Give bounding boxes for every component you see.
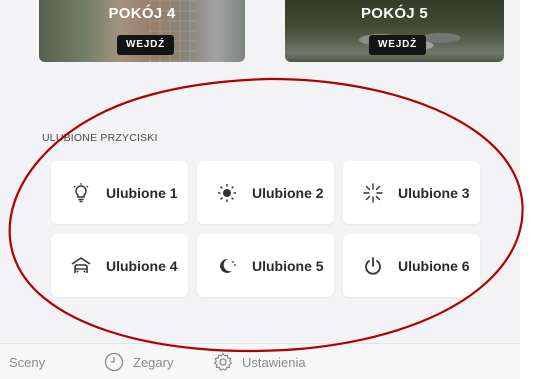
power-icon xyxy=(356,256,390,276)
favorite-label: Ulubione 3 xyxy=(398,184,470,201)
nav-label: Ustawienia xyxy=(242,354,306,370)
moon-icon xyxy=(210,256,244,276)
room-title: POKÓJ 4 xyxy=(108,5,176,22)
favorite-button-1[interactable]: Ulubione 1 xyxy=(51,161,188,224)
app-screen: POKÓJ 4 WEJDŹ POKÓJ 5 WEJDŹ ULUBIONE PRZ… xyxy=(0,0,520,379)
nav-label: Zegary xyxy=(133,354,174,370)
room-card-4[interactable]: POKÓJ 4 WEJDŹ xyxy=(39,0,245,62)
sun-icon xyxy=(210,183,244,203)
nav-settings[interactable]: Ustawienia xyxy=(213,344,306,379)
favorite-label: Ulubione 4 xyxy=(106,257,178,274)
bulb-icon xyxy=(64,182,98,203)
favorite-button-2[interactable]: Ulubione 2 xyxy=(197,161,334,224)
nav-clocks[interactable]: Zegary xyxy=(104,344,173,379)
clock-icon xyxy=(104,352,124,372)
favorite-label: Ulubione 2 xyxy=(252,184,324,201)
nav-scenes[interactable]: Sceny xyxy=(9,344,45,379)
gear-icon xyxy=(213,352,233,372)
room-card-5[interactable]: POKÓJ 5 WEJDŹ xyxy=(285,0,504,62)
favorites-section-title: ULUBIONE PRZYCISKI xyxy=(42,132,158,144)
favorite-button-4[interactable]: Ulubione 4 xyxy=(51,234,188,297)
bottom-nav: Sceny Zegary Ustawienia xyxy=(0,343,520,379)
favorite-button-3[interactable]: Ulubione 3 xyxy=(343,161,480,224)
enter-room-button[interactable]: WEJDŹ xyxy=(117,35,174,55)
nav-label: Sceny xyxy=(9,354,46,370)
favorite-label: Ulubione 1 xyxy=(106,184,178,201)
favorite-label: Ulubione 5 xyxy=(252,257,324,274)
favorite-label: Ulubione 6 xyxy=(398,257,470,274)
room-title: POKÓJ 5 xyxy=(360,5,429,22)
spark-icon xyxy=(356,182,390,203)
enter-room-button[interactable]: WEJDŹ xyxy=(369,35,426,55)
page-margin xyxy=(520,0,533,379)
favorite-button-5[interactable]: Ulubione 5 xyxy=(197,234,334,297)
favorite-button-6[interactable]: Ulubione 6 xyxy=(343,234,480,297)
garage-icon xyxy=(64,256,98,276)
